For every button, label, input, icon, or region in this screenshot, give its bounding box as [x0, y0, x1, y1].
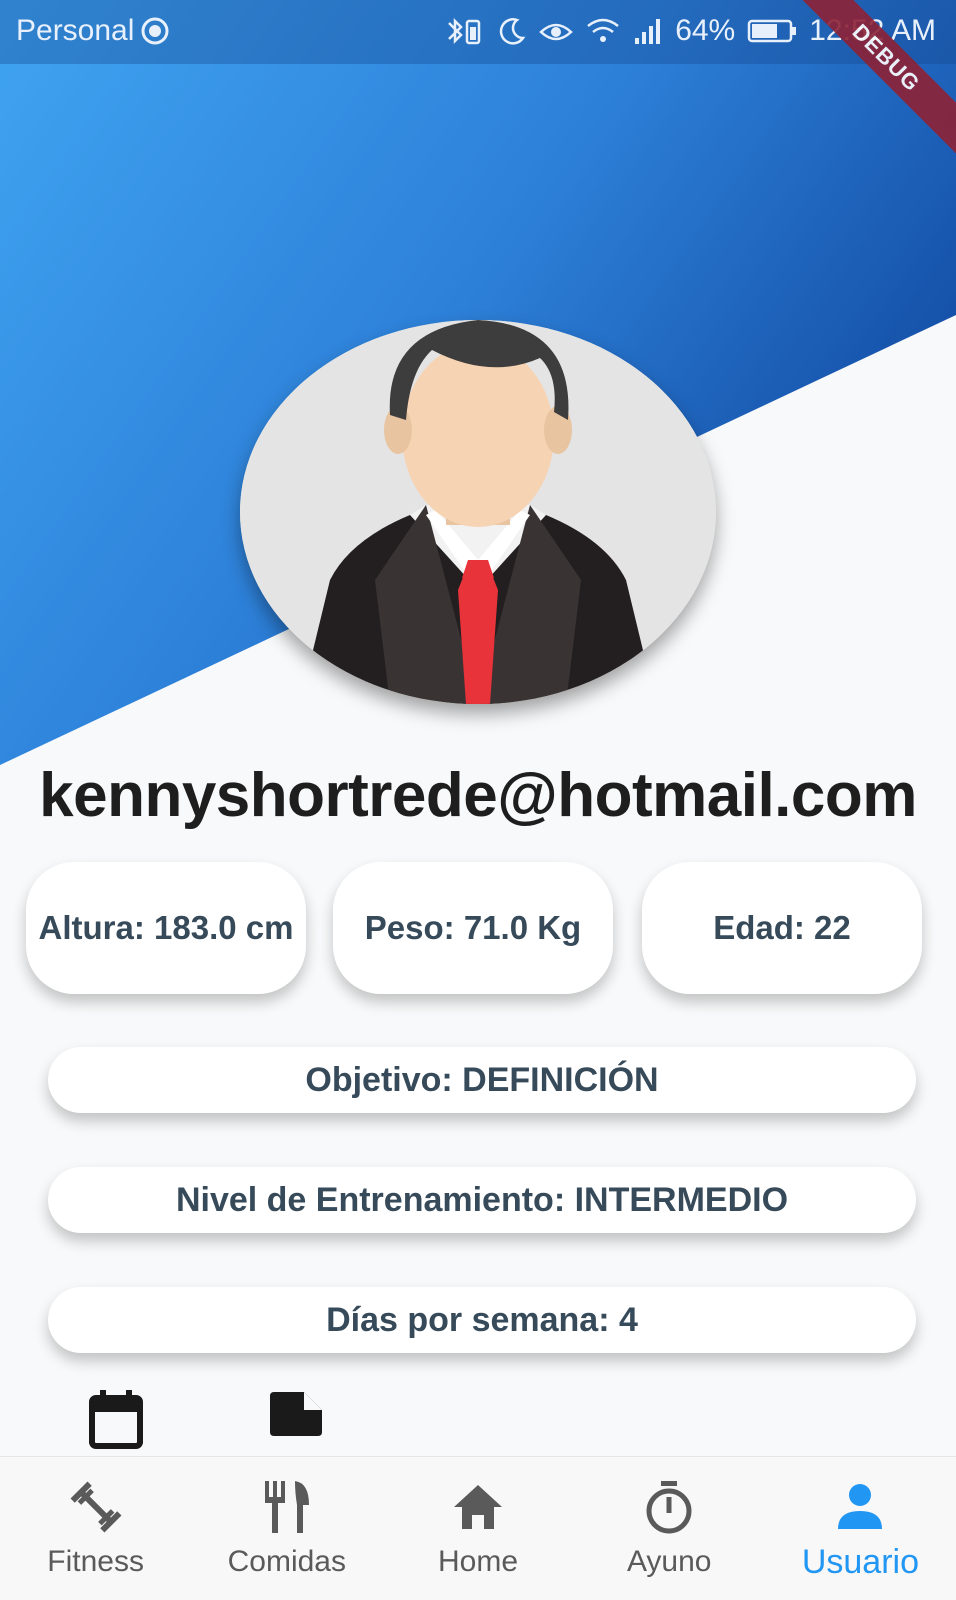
nav-usuario[interactable]: Usuario [765, 1457, 956, 1600]
user-avatar-icon [240, 320, 716, 704]
weight-card: Peso: 71.0 Kg [333, 862, 613, 994]
height-card: Altura: 183.0 cm [26, 862, 306, 994]
nav-usuario-label: Usuario [801, 1543, 919, 1581]
moon-icon [499, 18, 526, 45]
calendar-icon [89, 1390, 143, 1449]
calendar-button[interactable] [88, 1390, 144, 1455]
nav-ayuno[interactable]: Ayuno [574, 1457, 765, 1600]
training-level-card: Nivel de Entrenamiento: INTERMEDIO [48, 1167, 916, 1233]
nav-home-label: Home [437, 1545, 519, 1578]
timer-icon [646, 1481, 692, 1534]
battery-icon [747, 19, 797, 43]
nav-fitness[interactable]: Fitness [0, 1457, 191, 1600]
wifi-icon [587, 18, 619, 42]
person-icon [838, 1484, 883, 1529]
restaurant-icon [264, 1481, 309, 1533]
nav-comidas-label: Comidas [227, 1545, 346, 1578]
home-icon [454, 1485, 502, 1529]
battery-percent: 64% [675, 14, 736, 47]
nav-comidas[interactable]: Comidas [191, 1457, 382, 1600]
goal-card: Objetivo: DEFINICIÓN [48, 1047, 916, 1113]
dumbbell-icon [70, 1481, 122, 1533]
days-per-week-card: Días por semana: 4 [48, 1287, 916, 1353]
vpn-icon [141, 17, 169, 45]
note-icon [270, 1392, 322, 1436]
nav-home[interactable]: Home [382, 1457, 573, 1600]
nav-ayuno-label: Ayuno [626, 1545, 712, 1578]
bluetooth-icon [448, 17, 481, 45]
user-email: kennyshortrede@hotmail.com [39, 761, 917, 830]
age-card: Edad: 22 [642, 862, 922, 994]
bottom-navigation: Fitness Comidas Home Ayuno Usuario [0, 1456, 956, 1600]
status-left: Personal [16, 14, 170, 48]
signal-icon [635, 19, 661, 44]
note-button[interactable] [268, 1390, 324, 1443]
eye-icon [539, 23, 574, 41]
avatar[interactable] [240, 320, 716, 704]
nav-fitness-label: Fitness [47, 1545, 144, 1578]
status-profile: Personal [16, 14, 135, 47]
